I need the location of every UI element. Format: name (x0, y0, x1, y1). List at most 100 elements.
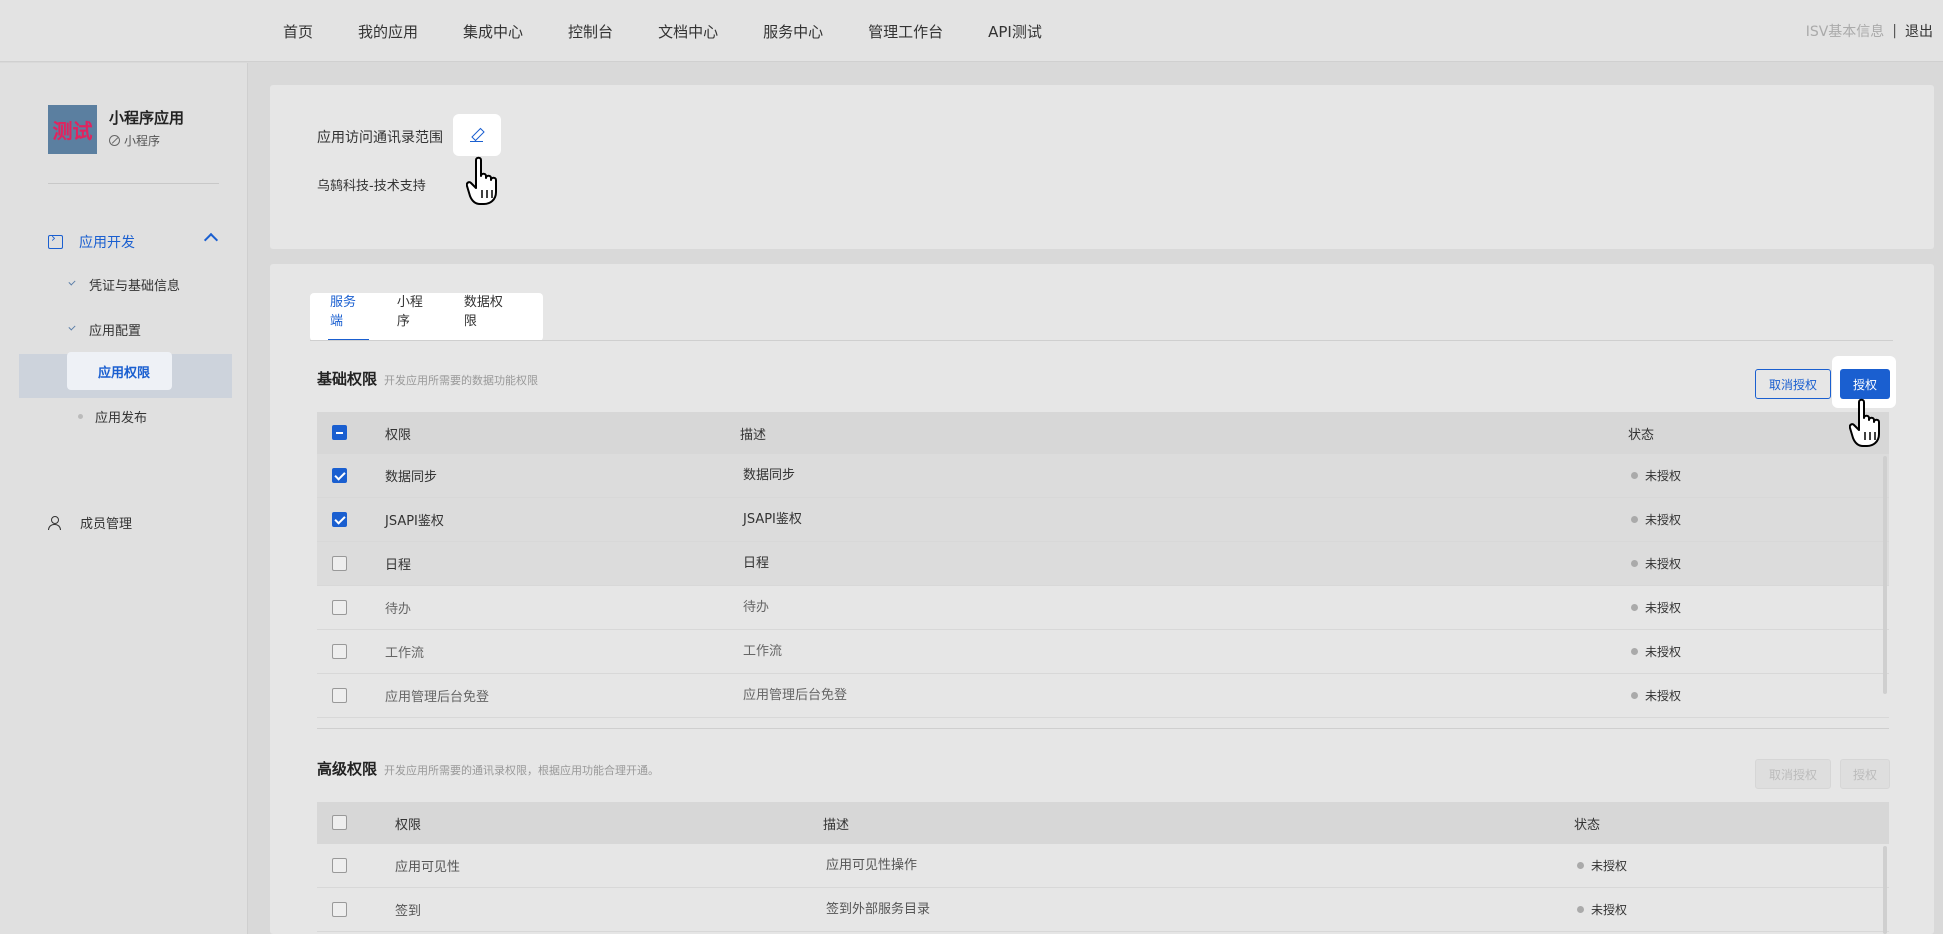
permission-name: 日程 (385, 558, 412, 573)
header-status: 状态 (1628, 427, 1655, 443)
scope-value: 乌鸫科技-技术支持 (317, 179, 426, 194)
sidebar-item-label: 成员管理 (80, 517, 133, 532)
app-logo: 测试 (48, 105, 97, 154)
edit-scope-button[interactable] (453, 114, 501, 156)
dot-icon (78, 413, 83, 419)
app-meta: 小程序应用 小程序 (109, 105, 184, 154)
top-right-links: ISV基本信息 | 退出 (1806, 0, 1933, 62)
table-scrollbar[interactable] (1883, 846, 1887, 934)
chevron-up-icon (203, 232, 219, 248)
row-checkbox[interactable] (332, 600, 347, 615)
row-checkbox[interactable] (332, 902, 347, 917)
sidebar-item-label: 应用配置 (89, 323, 142, 339)
header-description: 描述 (740, 427, 767, 443)
app-card: 测试 小程序应用 小程序 (48, 105, 184, 154)
select-all-checkbox[interactable] (332, 815, 347, 830)
nav-service-center[interactable]: 服务中心 (763, 21, 823, 42)
sidebar-item-app-config[interactable]: 应用配置 (66, 312, 141, 346)
app-name: 小程序应用 (109, 109, 185, 127)
sidebar-item-credentials[interactable]: 凭证与基础信息 (66, 267, 180, 301)
tabs: 服务端 小程序 数据权限 (310, 293, 543, 341)
status-dot (1577, 906, 1584, 913)
table-scrollbar[interactable] (1883, 456, 1887, 694)
nav-home[interactable]: 首页 (283, 21, 313, 42)
status-dot (1577, 862, 1584, 869)
permission-name: 工作流 (385, 646, 425, 661)
sidebar-group-app-dev[interactable]: 应用开发 (48, 229, 228, 255)
permission-desc: 日程 (743, 556, 770, 571)
status-dot (1631, 604, 1638, 611)
sidebar-item-app-permissions[interactable]: 应用权限 (67, 352, 172, 390)
row-checkbox[interactable] (332, 858, 347, 873)
logout-link[interactable]: 退出 (1905, 21, 1933, 41)
status-badge: 未授权 (1577, 901, 1627, 918)
terminal-icon (48, 231, 63, 249)
check-icon (66, 323, 79, 336)
sidebar-item-label: 应用发布 (95, 410, 148, 426)
hand-cursor-icon (466, 156, 497, 205)
top-nav-menu: 首页 我的应用 集成中心 控制台 文档中心 服务中心 管理工作台 API测试 (283, 0, 1087, 62)
pencil-icon (470, 128, 484, 142)
status-text: 未授权 (1645, 513, 1682, 527)
table-row: 应用管理后台免登 应用管理后台免登 未授权 (317, 674, 1889, 718)
sidebar-item-label: 应用权限 (98, 365, 151, 381)
advanced-permissions-header: 高级权限 开发应用所需要的通讯录权限，根据应用功能合理开通。 (317, 758, 659, 779)
status-dot (1631, 648, 1638, 655)
cancel-auth-button-disabled[interactable]: 取消授权 (1755, 759, 1831, 789)
status-text: 未授权 (1591, 903, 1628, 917)
permission-name: 应用管理后台免登 (385, 690, 490, 705)
nav-console[interactable]: 控制台 (568, 21, 613, 42)
table-row: JSAPI鉴权 JSAPI鉴权 未授权 (317, 498, 1889, 542)
permission-name: 数据同步 (385, 470, 438, 485)
header-description: 描述 (823, 817, 850, 833)
nav-api-test[interactable]: API测试 (988, 21, 1042, 42)
table-header: 权限 描述 状态 (317, 412, 1889, 454)
tab-server[interactable]: 服务端 (328, 291, 369, 341)
sidebar-item-label: 凭证与基础信息 (89, 278, 181, 294)
section-desc: 开发应用所需要的通讯录权限，根据应用功能合理开通。 (384, 764, 660, 777)
auth-button-disabled[interactable]: 授权 (1840, 759, 1890, 789)
tabs-divider (310, 340, 1893, 341)
auth-button[interactable]: 授权 (1840, 369, 1890, 399)
status-badge: 未授权 (1631, 467, 1681, 484)
permission-desc: 应用可见性操作 (826, 858, 918, 873)
nav-integration-center[interactable]: 集成中心 (463, 21, 523, 42)
sidebar-group-label: 应用开发 (79, 235, 135, 251)
status-text: 未授权 (1645, 645, 1682, 659)
status-text: 未授权 (1645, 601, 1682, 615)
select-all-checkbox[interactable] (332, 425, 347, 440)
permission-name: 签到 (395, 904, 422, 919)
tab-miniprogram[interactable]: 小程序 (397, 291, 434, 341)
nav-admin-workbench[interactable]: 管理工作台 (868, 21, 943, 42)
status-dot (1631, 692, 1638, 699)
header-permission: 权限 (395, 817, 422, 833)
row-checkbox[interactable] (332, 688, 347, 703)
sidebar-item-members[interactable]: 成员管理 (48, 513, 132, 532)
permission-desc: 应用管理后台免登 (743, 688, 848, 703)
permission-name: 待办 (385, 602, 412, 617)
table-row: 工作流 工作流 未授权 (317, 630, 1889, 674)
row-checkbox[interactable] (332, 644, 347, 659)
isv-info-link[interactable]: ISV基本信息 (1806, 21, 1885, 41)
section-title: 基础权限 (317, 370, 378, 388)
basic-permissions-header: 基础权限 开发应用所需要的数据功能权限 (317, 368, 538, 389)
basic-permissions-table: 权限 描述 状态 数据同步 数据同步 未授权 JSAPI鉴权 JSAPI鉴权 未… (317, 412, 1889, 718)
cancel-auth-button[interactable]: 取消授权 (1755, 369, 1831, 399)
app-type-label: 小程序 (124, 134, 161, 148)
person-add-icon (48, 515, 62, 530)
permission-desc: 数据同步 (743, 468, 796, 483)
status-text: 未授权 (1645, 689, 1682, 703)
row-checkbox[interactable] (332, 556, 347, 571)
nav-my-apps[interactable]: 我的应用 (358, 21, 418, 42)
sidebar-divider (48, 183, 219, 184)
row-checkbox[interactable] (332, 512, 347, 527)
permissions-panel: 服务端 小程序 数据权限 基础权限 开发应用所需要的数据功能权限 取消授权 授权… (270, 264, 1934, 934)
row-checkbox[interactable] (332, 468, 347, 483)
status-badge: 未授权 (1631, 599, 1681, 616)
status-dot (1631, 472, 1638, 479)
permission-name: JSAPI鉴权 (385, 514, 444, 529)
sidebar-item-app-publish[interactable]: 应用发布 (66, 399, 147, 433)
permission-desc: 待办 (743, 600, 770, 615)
tab-data-permissions[interactable]: 数据权限 (464, 291, 513, 341)
nav-docs-center[interactable]: 文档中心 (658, 21, 718, 42)
